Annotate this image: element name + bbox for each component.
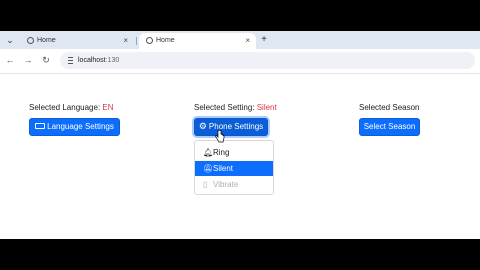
selected-language-label: Selected Language: EN (29, 103, 114, 112)
dropdown-item-ring[interactable]: 🔔︎Ring (195, 145, 273, 160)
phone-settings-dropdown: 🔔︎Ring 🔕︎Silent ▯ Vibrate (194, 140, 274, 195)
tab-search-icon[interactable]: ⌄ (3, 34, 17, 46)
vibrate-icon: ▯ (203, 180, 208, 190)
selected-language-value: EN (102, 103, 114, 112)
browser-toolbar: ← → ↻ localhost:130 (0, 49, 480, 74)
selected-setting-label: Selected Setting: Silent (194, 103, 277, 112)
address-bar[interactable]: localhost:130 (60, 52, 475, 69)
tab-title: Home (37, 37, 56, 44)
url-text: localhost:130 (78, 57, 120, 64)
forward-arrow-icon[interactable]: → (22, 54, 34, 66)
selected-setting-value: Silent (256, 103, 277, 112)
tab-separator (136, 37, 137, 45)
new-tab-icon[interactable]: + (258, 34, 270, 46)
dropdown-item-vibrate: ▯ Vibrate (195, 177, 273, 192)
tab-strip: ⌄ Home × Home × + (0, 31, 480, 49)
globe-icon (146, 37, 153, 44)
tab-home-2[interactable]: Home × (139, 33, 256, 49)
tab-home-1[interactable]: Home × (20, 33, 134, 49)
hand-cursor-icon (215, 130, 225, 143)
close-icon[interactable]: × (245, 36, 250, 46)
dropdown-item-silent[interactable]: 🔕︎Silent (195, 161, 273, 176)
page-content: Selected Language: EN Language Settings … (0, 74, 480, 239)
select-season-button[interactable]: Select Season (359, 118, 420, 136)
language-settings-button[interactable]: Language Settings (29, 118, 120, 136)
bell-slash-icon: 🔕︎ (203, 164, 214, 174)
reload-icon[interactable]: ↻ (40, 54, 52, 66)
back-arrow-icon[interactable]: ← (4, 54, 16, 66)
site-info-icon[interactable] (67, 56, 74, 64)
globe-icon (27, 37, 34, 44)
selected-season-label: Selected Season (359, 103, 420, 112)
browser-window: ⌄ Home × Home × + ← → ↻ localhost:130 Se… (0, 31, 480, 239)
keyboard-icon (35, 122, 46, 129)
close-icon[interactable]: × (123, 36, 128, 46)
tab-title: Home (156, 37, 175, 44)
phone-settings-button[interactable]: ⚙ Phone Settings (194, 118, 268, 136)
bell-icon: 🔔︎ (203, 148, 214, 158)
gear-icon: ⚙ (198, 121, 207, 132)
